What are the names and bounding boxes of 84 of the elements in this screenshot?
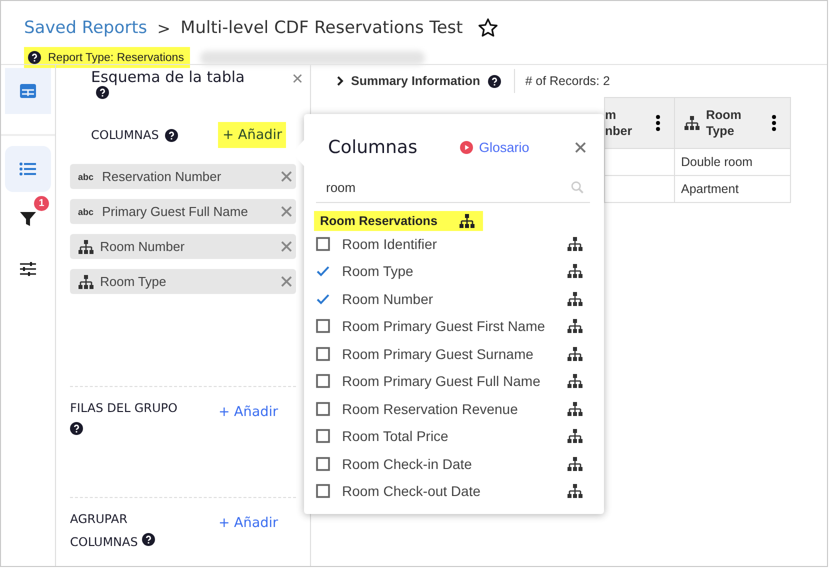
hierarchy-icon	[567, 456, 583, 471]
report-type-text: Report Type: Reservations	[48, 52, 184, 64]
help-icon[interactable]	[164, 128, 178, 142]
hierarchy-icon	[567, 292, 583, 306]
hierarchy-icon	[567, 236, 583, 251]
remove-icon[interactable]	[281, 206, 292, 217]
column-option[interactable]: Room Identifier	[316, 230, 590, 258]
hierarchy-icon	[567, 319, 583, 334]
hierarchy-icon	[567, 484, 583, 498]
column-option[interactable]: Room Primary Guest First Name	[316, 312, 590, 340]
filter-icon	[18, 209, 38, 229]
checkbox[interactable]	[316, 429, 330, 444]
records-count: # of Records: 2	[525, 74, 610, 88]
more-icon[interactable]	[772, 115, 776, 131]
help-icon[interactable]	[70, 422, 83, 435]
glossary-link[interactable]: Glosario	[460, 140, 530, 154]
column-chip[interactable]: abc Primary Guest Full Name	[70, 199, 296, 224]
column-header[interactable]: m nber	[605, 98, 675, 149]
more-icon[interactable]	[656, 115, 660, 131]
hierarchy-icon	[567, 346, 583, 361]
text-type-icon: abc	[78, 206, 96, 216]
hierarchy-icon	[78, 240, 94, 254]
sliders-icon	[18, 259, 38, 279]
tool-button[interactable]: 1	[5, 196, 51, 242]
help-icon[interactable]	[96, 86, 109, 99]
checkbox[interactable]	[316, 402, 330, 416]
section-title: COLUMNAS	[91, 128, 159, 142]
column-option[interactable]: Room Reservation Revenue	[316, 395, 590, 422]
report-title: Multi-level CDF Reservations Test	[180, 18, 463, 38]
hierarchy-icon	[567, 374, 583, 388]
help-icon[interactable]	[142, 533, 155, 546]
popover-title: Columnas	[328, 136, 418, 158]
column-chip[interactable]: Room Type	[70, 269, 296, 294]
column-option[interactable]: Room Check-out Date	[316, 478, 590, 505]
hierarchy-icon	[567, 429, 583, 444]
column-chip[interactable]: abc Reservation Number	[70, 164, 296, 189]
checkbox[interactable]	[316, 346, 330, 361]
column-option[interactable]: Room Type	[316, 258, 590, 285]
hierarchy-icon	[567, 402, 583, 416]
help-icon[interactable]	[488, 74, 502, 88]
help-icon[interactable]	[28, 51, 41, 64]
panel-title: Esquema de la tabla	[91, 68, 245, 86]
group-title: Room Reservations	[320, 214, 438, 228]
text-type-icon: abc	[78, 172, 96, 182]
column-option[interactable]: Room Primary Guest Full Name	[316, 368, 590, 395]
checkmark-icon[interactable]	[316, 292, 330, 306]
checkbox[interactable]	[316, 456, 330, 471]
hierarchy-icon	[567, 264, 583, 278]
column-option[interactable]: Room Total Price	[316, 422, 590, 450]
remove-icon[interactable]	[281, 241, 292, 252]
checkbox[interactable]	[316, 236, 330, 251]
close-icon[interactable]	[293, 74, 302, 83]
star-icon[interactable]	[476, 17, 499, 39]
add-button[interactable]: + Añadir	[214, 399, 282, 425]
remove-icon[interactable]	[281, 171, 292, 182]
chevron-icon	[336, 76, 344, 86]
hierarchy-icon	[459, 214, 476, 228]
summary-toggle[interactable]: Summary Information	[336, 74, 480, 88]
column-option[interactable]: Room Check-in Date	[316, 450, 590, 478]
column-option[interactable]: Room Primary Guest Surname	[316, 340, 590, 368]
table-cell: Double room	[675, 149, 791, 176]
search-field[interactable]: room	[326, 180, 571, 194]
breadcrumb-separator: >	[157, 18, 171, 38]
hierarchy-icon	[78, 274, 94, 288]
column-option[interactable]: Room Number	[316, 285, 590, 312]
hierarchy-icon	[684, 116, 700, 130]
table-icon	[18, 81, 38, 101]
column-chip[interactable]: Room Number	[70, 234, 296, 259]
play-icon	[460, 140, 473, 154]
table-cell: Apartment	[675, 176, 791, 203]
section-title: FILAS DEL GRUPO	[70, 401, 178, 415]
section-title: AGRUPAR COLUMNAS	[70, 512, 138, 549]
checkbox[interactable]	[316, 374, 330, 388]
remove-icon[interactable]	[281, 276, 292, 287]
count-badge: 1	[34, 196, 49, 211]
close-icon[interactable]	[575, 142, 586, 152]
breadcrumb-link[interactable]: Saved Reports	[24, 18, 148, 38]
column-header[interactable]: Room Type	[675, 98, 791, 149]
checkmark-icon[interactable]	[316, 264, 330, 278]
add-button[interactable]: + Añadir	[218, 122, 286, 148]
search-icon	[571, 180, 584, 194]
add-button[interactable]: + Añadir	[214, 510, 282, 536]
checkbox[interactable]	[316, 484, 330, 498]
checkbox[interactable]	[316, 319, 330, 334]
